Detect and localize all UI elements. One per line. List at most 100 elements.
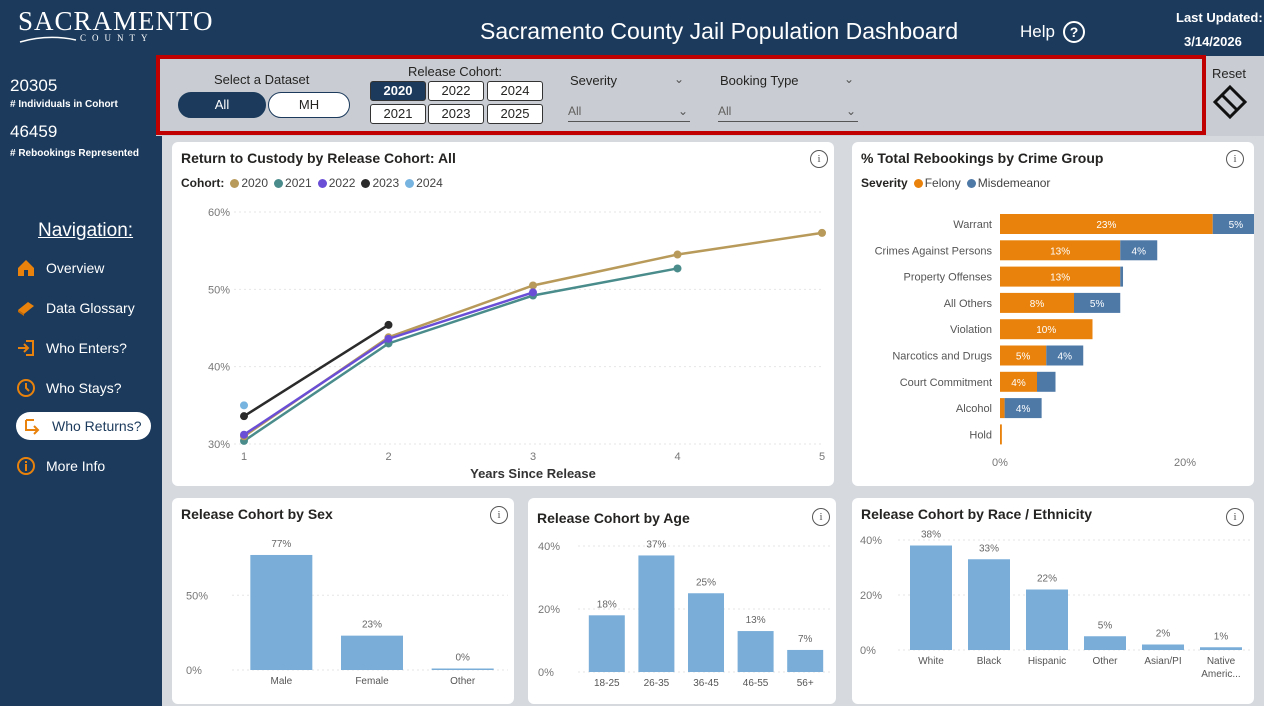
crime-bar-chart: Warrant 23% 5% Crimes Against Persons 13% 4% P… bbox=[875, 214, 1254, 469]
x-tick-label: 1 bbox=[241, 451, 247, 463]
rtc-line-chart: 30% 40% 50% 60% 1 2 3 4 5 Years Since Release bbox=[208, 207, 826, 481]
data-point-2020 bbox=[673, 250, 682, 259]
bar-data-label: 1% bbox=[1214, 631, 1229, 642]
series-line-2021 bbox=[243, 267, 678, 442]
y-tick-label: 20% bbox=[538, 604, 560, 616]
y-tick-label: 50% bbox=[208, 284, 230, 296]
bar-label-misdemeanor: 4% bbox=[1058, 352, 1073, 363]
bar-label-misdemeanor: 4% bbox=[1132, 246, 1147, 257]
bar-label-felony: 8% bbox=[1030, 299, 1045, 310]
nav-item-more-info[interactable]: More Info bbox=[16, 452, 151, 480]
y-tick-label: 0% bbox=[186, 665, 202, 677]
category-label: Warrant bbox=[953, 219, 992, 231]
series-line-2023 bbox=[243, 323, 390, 418]
x-tick-label: Americ... bbox=[1201, 669, 1240, 680]
y-tick-label: 0% bbox=[538, 667, 554, 679]
x-axis-label: Years Since Release bbox=[470, 466, 596, 481]
bar bbox=[1142, 644, 1184, 650]
bar-label-felony: 10% bbox=[1036, 325, 1056, 336]
nav-item-data-glossary[interactable]: Data Glossary bbox=[16, 294, 151, 322]
sex-bar-chart: 0% 50% 77% Male 23% Female 0% Other bbox=[186, 539, 508, 687]
eraser-icon[interactable] bbox=[1212, 84, 1248, 120]
data-point-2022 bbox=[384, 334, 393, 343]
y-tick-label: 0% bbox=[860, 645, 876, 657]
x-tick-label: Asian/PI bbox=[1144, 656, 1181, 667]
last-updated-date: 3/14/2026 bbox=[1184, 34, 1242, 49]
page-title: Sacramento County Jail Population Dashbo… bbox=[480, 18, 959, 44]
bar-data-label: 77% bbox=[271, 539, 291, 550]
nav-label-overview: Overview bbox=[46, 260, 105, 276]
bar-data-label: 22% bbox=[1037, 574, 1057, 585]
bar bbox=[1084, 636, 1126, 650]
x-tick-label: 18-25 bbox=[594, 678, 620, 689]
x-tick-label: Female bbox=[355, 676, 389, 687]
bar bbox=[688, 593, 724, 672]
bar-felony bbox=[1000, 424, 1002, 445]
nav-item-who-enters[interactable]: Who Enters? bbox=[16, 334, 151, 362]
x-tick-label: 46-55 bbox=[743, 678, 769, 689]
help-link[interactable]: Help bbox=[1020, 22, 1055, 42]
race-bar-chart: 0% 20% 40% 38% White 33% Black 22% Hispanic 5% Oth… bbox=[860, 530, 1250, 680]
bar-data-label: 18% bbox=[597, 599, 617, 610]
bar-data-label: 33% bbox=[979, 543, 999, 554]
bar-data-label: 37% bbox=[646, 539, 666, 550]
bar-label-felony: 5% bbox=[1016, 352, 1031, 363]
category-label: Narcotics and Drugs bbox=[892, 351, 992, 363]
bar bbox=[737, 631, 774, 672]
book-icon bbox=[16, 298, 36, 318]
logo-swoosh-icon bbox=[19, 36, 77, 43]
filter-highlight-outline bbox=[156, 55, 1206, 135]
sidebar: 20305 # Individuals in Cohort 46459 # Re… bbox=[0, 56, 162, 706]
data-point-2024 bbox=[240, 401, 248, 410]
nav-label-who-returns: Who Returns? bbox=[52, 418, 142, 434]
nav-label-data-glossary: Data Glossary bbox=[46, 300, 135, 316]
enter-icon bbox=[16, 338, 36, 358]
data-point-2023 bbox=[384, 320, 393, 329]
x-tick-label: 36-45 bbox=[693, 678, 719, 689]
y-tick-label: 40% bbox=[538, 541, 560, 553]
rebookings-count: 46459 bbox=[10, 122, 58, 141]
last-updated-label: Last Updated: bbox=[1176, 10, 1263, 25]
nav-item-overview[interactable]: Overview bbox=[16, 254, 151, 282]
bar bbox=[638, 555, 675, 672]
bar-data-label: 25% bbox=[696, 577, 716, 588]
bar-label-misdemeanor: 5% bbox=[1090, 299, 1105, 310]
age-bar-chart: 0% 20% 40% 18% 18-25 37% 26-35 25% 36-45 13% 46-55… bbox=[538, 539, 830, 689]
rebookings-label: # Rebookings Represented bbox=[10, 148, 139, 159]
data-point-2023 bbox=[240, 412, 248, 421]
bar-label-felony: 23% bbox=[1096, 220, 1116, 231]
crime-group-card: % Total Rebookings by Crime Group i Seve… bbox=[852, 142, 1254, 486]
bar-label-misdemeanor: 4% bbox=[1016, 404, 1031, 415]
data-point-2020 bbox=[818, 228, 826, 237]
age-card: Release Cohort by Age i 0% 20% 40% 18% 18-25… bbox=[528, 498, 836, 704]
y-tick-label: 30% bbox=[208, 439, 230, 451]
navigation-title: Navigation: bbox=[38, 220, 134, 241]
bar-data-label: 13% bbox=[746, 615, 766, 626]
bar-label-felony: 13% bbox=[1050, 246, 1070, 257]
y-tick-label: 50% bbox=[186, 590, 208, 602]
logo-subtext: COUNTY bbox=[80, 33, 154, 43]
y-tick-label: 40% bbox=[208, 362, 230, 374]
bar-misdemeanor bbox=[1037, 371, 1056, 392]
bar bbox=[341, 635, 403, 670]
sacramento-county-logo: SACRAMENTO COUNTY bbox=[18, 6, 213, 50]
x-tick-label: Hispanic bbox=[1028, 656, 1066, 667]
bar-felony bbox=[1000, 398, 1005, 419]
nav-item-who-returns[interactable]: Who Returns? bbox=[16, 412, 151, 440]
x-tick-label: 26-35 bbox=[644, 678, 670, 689]
nav-item-who-stays[interactable]: Who Stays? bbox=[16, 374, 151, 402]
question-circle-icon[interactable]: ? bbox=[1063, 21, 1085, 43]
bar-misdemeanor bbox=[1120, 266, 1124, 287]
individuals-label: # Individuals in Cohort bbox=[10, 99, 118, 110]
category-label: Court Commitment bbox=[900, 377, 992, 389]
x-tick-label: 5 bbox=[819, 451, 825, 463]
x-tick-label: 56+ bbox=[797, 678, 814, 689]
x-tick-label: 3 bbox=[530, 451, 536, 463]
bar bbox=[910, 545, 952, 650]
header-bar: SACRAMENTO COUNTY Sacramento County Jail… bbox=[0, 0, 1264, 56]
x-tick-label: Other bbox=[450, 676, 476, 687]
category-label: Alcohol bbox=[956, 403, 992, 415]
nav-label-more-info: More Info bbox=[46, 458, 106, 474]
x-tick-label: 2 bbox=[385, 451, 391, 463]
bar-label-felony: 13% bbox=[1050, 273, 1070, 284]
